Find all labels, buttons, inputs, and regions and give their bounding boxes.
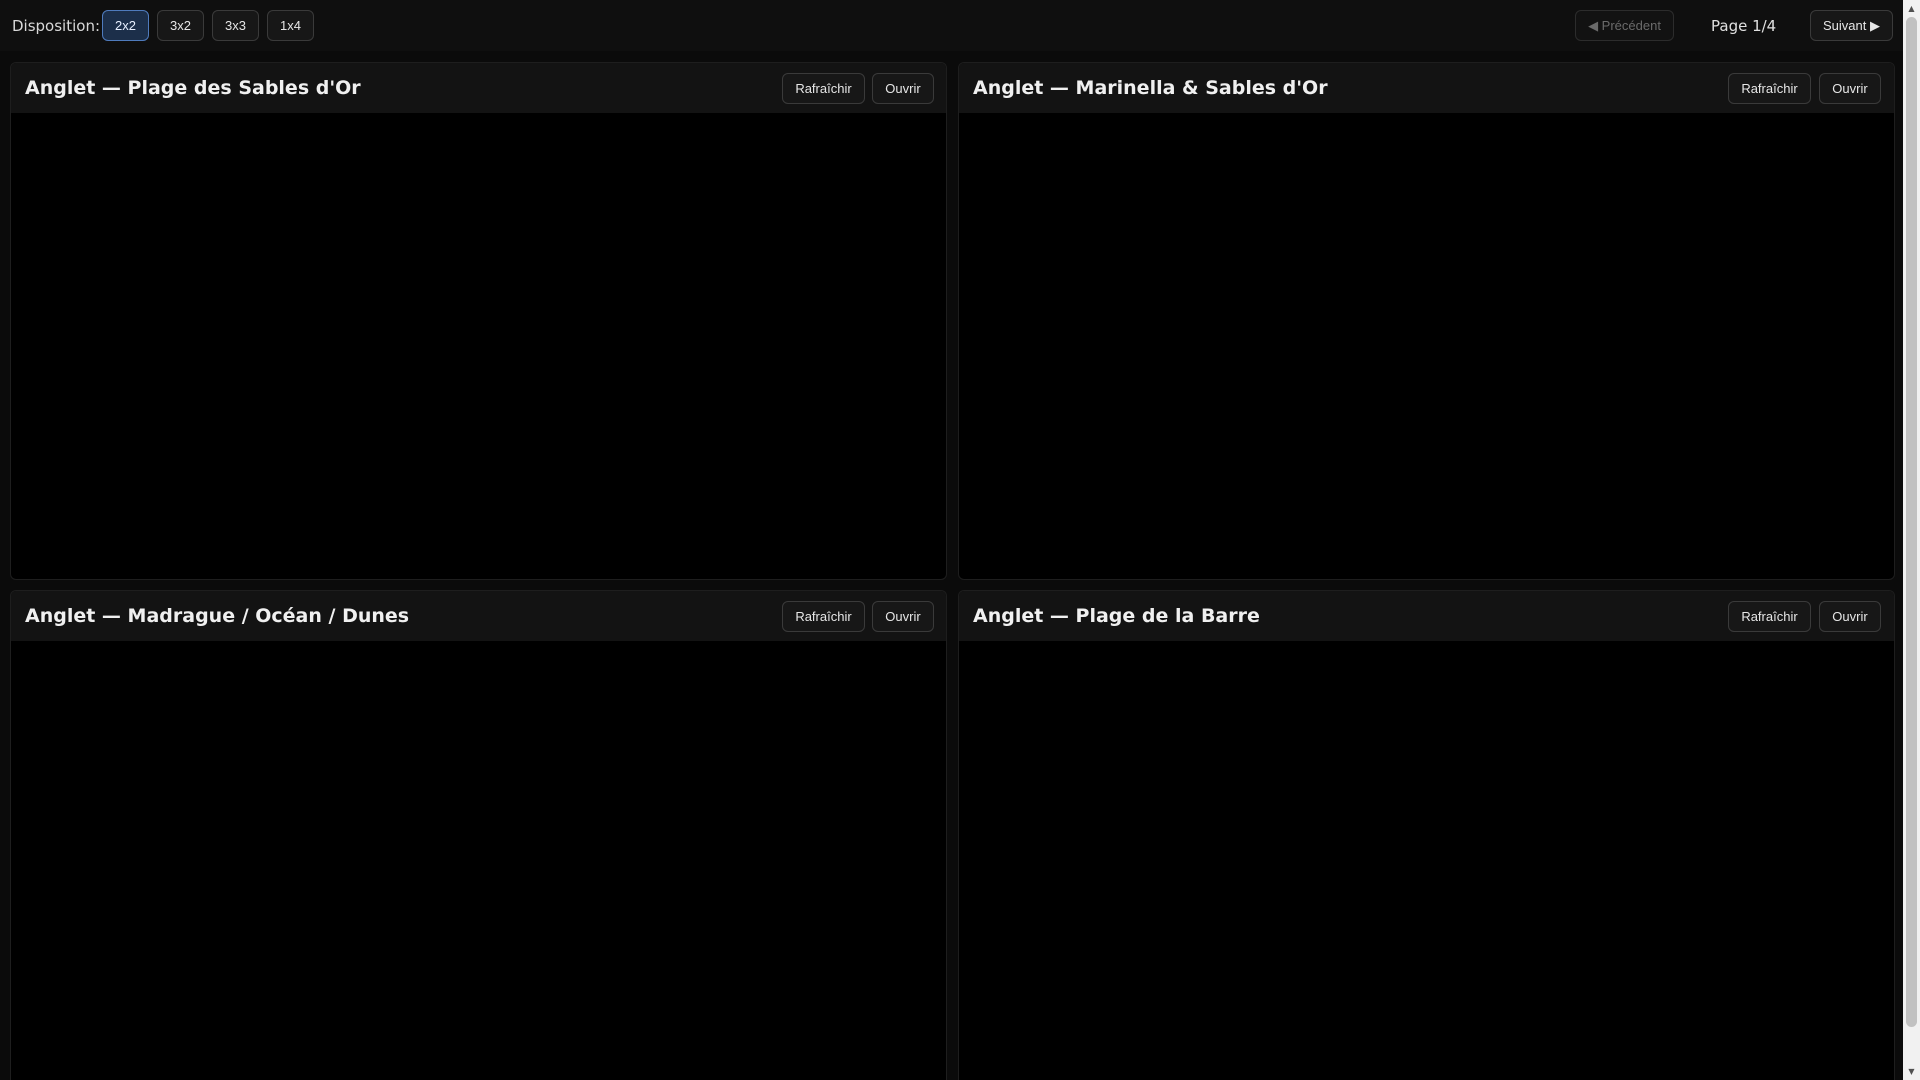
page-indicator: Page 1/4 bbox=[1711, 17, 1777, 35]
layout-3x2-button[interactable]: 3x2 bbox=[157, 10, 204, 41]
open-button[interactable]: Ouvrir bbox=[1819, 601, 1881, 632]
toolbar: Disposition: 2x2 3x2 3x3 1x4 ◀ Précédent… bbox=[0, 0, 1903, 51]
panel-header: Anglet — Plage des Sables d'Or Rafraîchi… bbox=[11, 63, 946, 113]
scrollbar-thumb[interactable] bbox=[1906, 17, 1917, 1027]
panel-title: Anglet — Marinella & Sables d'Or bbox=[973, 77, 1328, 99]
camera-panel: Anglet — Plage de la Barre Rafraîchir Ou… bbox=[958, 590, 1895, 1080]
open-button[interactable]: Ouvrir bbox=[1819, 73, 1881, 104]
layout-1x4-button[interactable]: 1x4 bbox=[267, 10, 314, 41]
previous-page-button[interactable]: ◀ Précédent bbox=[1575, 10, 1674, 41]
layout-3x3-button[interactable]: 3x3 bbox=[212, 10, 259, 41]
panel-title: Anglet — Plage des Sables d'Or bbox=[25, 77, 361, 99]
refresh-button[interactable]: Rafraîchir bbox=[782, 601, 865, 632]
panel-title: Anglet — Madrague / Océan / Dunes bbox=[25, 605, 410, 627]
camera-grid-app: Disposition: 2x2 3x2 3x3 1x4 ◀ Précédent… bbox=[0, 0, 1920, 1080]
camera-panel: Anglet — Madrague / Océan / Dunes Rafraî… bbox=[10, 590, 947, 1080]
next-page-button[interactable]: Suivant ▶ bbox=[1810, 10, 1893, 41]
scroll-down-arrow-icon[interactable]: ▼ bbox=[1903, 1063, 1920, 1080]
refresh-button[interactable]: Rafraîchir bbox=[1728, 601, 1811, 632]
vertical-scrollbar[interactable]: ▲ ▼ bbox=[1903, 0, 1920, 1080]
scroll-up-arrow-icon[interactable]: ▲ bbox=[1903, 0, 1920, 17]
panel-header: Anglet — Marinella & Sables d'Or Rafraîc… bbox=[959, 63, 1894, 113]
camera-panel: Anglet — Plage des Sables d'Or Rafraîchi… bbox=[10, 62, 947, 580]
panel-header: Anglet — Madrague / Océan / Dunes Rafraî… bbox=[11, 591, 946, 641]
open-button[interactable]: Ouvrir bbox=[872, 601, 934, 632]
refresh-button[interactable]: Rafraîchir bbox=[1728, 73, 1811, 104]
layout-2x2-button[interactable]: 2x2 bbox=[102, 10, 149, 41]
panel-title: Anglet — Plage de la Barre bbox=[973, 605, 1260, 627]
open-button[interactable]: Ouvrir bbox=[872, 73, 934, 104]
panel-header: Anglet — Plage de la Barre Rafraîchir Ou… bbox=[959, 591, 1894, 641]
camera-panel: Anglet — Marinella & Sables d'Or Rafraîc… bbox=[958, 62, 1895, 580]
layout-label: Disposition: bbox=[12, 17, 101, 35]
refresh-button[interactable]: Rafraîchir bbox=[782, 73, 865, 104]
